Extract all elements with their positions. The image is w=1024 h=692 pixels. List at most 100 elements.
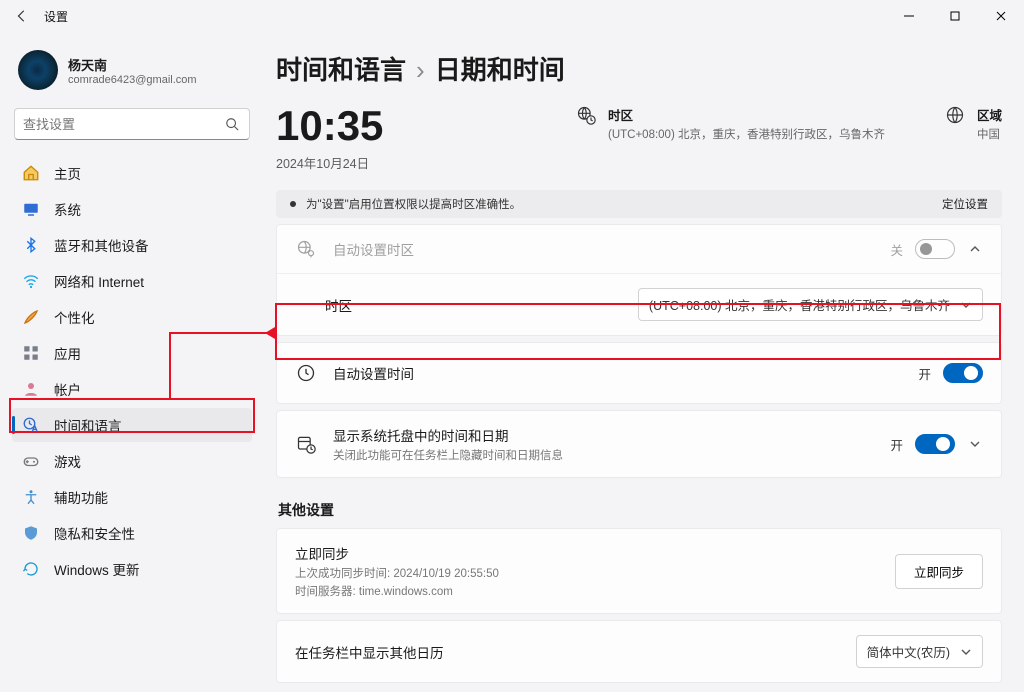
auto-timezone-row: 自动设置时区 关 <box>277 225 1001 274</box>
minimize-button[interactable] <box>886 0 932 32</box>
chevron-up-icon <box>969 243 981 255</box>
sync-card: 立即同步 上次成功同步时间: 2024/10/19 20:55:50 时间服务器… <box>276 528 1002 614</box>
minimize-icon <box>904 11 914 21</box>
sidebar: 杨天南 comrade6423@gmail.com 主页系统蓝牙和其他设备网络和… <box>0 32 262 692</box>
sidebar-item-bluetooth[interactable]: 蓝牙和其他设备 <box>12 228 252 262</box>
clock-date: 2024年10月24日 <box>276 153 383 172</box>
tray-clock-state: 开 <box>890 435 903 454</box>
sync-last: 上次成功同步时间: 2024/10/19 20:55:50 <box>295 565 879 581</box>
auto-time-row: 自动设置时间 开 <box>277 343 1001 403</box>
close-button[interactable] <box>978 0 1024 32</box>
auto-time-title: 自动设置时间 <box>333 363 902 383</box>
timezone-dropdown-value: (UTC+08:00) 北京，重庆，香港特别行政区，乌鲁木齐 <box>649 295 950 314</box>
window-title: 设置 <box>44 8 68 25</box>
tray-clock-sub: 关闭此功能可在任务栏上隐藏时间和日期信息 <box>333 447 874 463</box>
clock-lang-icon <box>22 416 40 434</box>
profile-name: 杨天南 <box>68 55 197 74</box>
wifi-icon <box>22 272 40 290</box>
chevron-down-icon <box>960 646 972 658</box>
profile-email: comrade6423@gmail.com <box>68 74 197 86</box>
timezone-dropdown[interactable]: (UTC+08:00) 北京，重庆，香港特别行政区，乌鲁木齐 <box>638 288 983 321</box>
shield-icon <box>22 524 40 542</box>
calendar-clock-icon <box>295 434 317 454</box>
alt-calendar-dropdown[interactable]: 简体中文(农历) <box>856 635 983 668</box>
update-icon <box>22 560 40 578</box>
sidebar-item-personalize[interactable]: 个性化 <box>12 300 252 334</box>
auto-tz-title: 自动设置时区 <box>333 239 874 259</box>
accessibility-icon <box>22 488 40 506</box>
apps-icon <box>22 344 40 362</box>
sidebar-item-home[interactable]: 主页 <box>12 156 252 190</box>
tray-clock-toggle[interactable] <box>915 434 955 454</box>
clock-icon <box>295 363 317 383</box>
alt-calendar-value: 简体中文(农历) <box>867 642 950 661</box>
clock-block: 10:35 2024年10月24日 <box>276 105 383 172</box>
sidebar-item-accounts[interactable]: 帐户 <box>12 372 252 406</box>
sidebar-item-network[interactable]: 网络和 Internet <box>12 264 252 298</box>
sidebar-item-system[interactable]: 系统 <box>12 192 252 226</box>
sidebar-item-update[interactable]: Windows 更新 <box>12 552 252 586</box>
close-icon <box>996 11 1006 21</box>
sidebar-item-label: 网络和 Internet <box>54 271 144 291</box>
bluetooth-icon <box>22 236 40 254</box>
banner-link[interactable]: 定位设置 <box>942 196 988 212</box>
sidebar-item-apps[interactable]: 应用 <box>12 336 252 370</box>
globe-icon <box>945 105 965 125</box>
region-info: 区域 中国 <box>945 105 1002 142</box>
sidebar-item-time[interactable]: 时间和语言 <box>12 408 252 442</box>
avatar <box>18 50 58 90</box>
tz-select-title: 时区 <box>325 295 622 315</box>
region-value: 中国 <box>977 126 1002 142</box>
clock-time: 10:35 <box>276 105 383 147</box>
tz-label: 时区 <box>608 105 885 124</box>
home-icon <box>22 164 40 182</box>
search-input[interactable] <box>23 117 223 132</box>
collapse-button[interactable] <box>967 241 983 257</box>
sidebar-item-label: 蓝牙和其他设备 <box>54 235 149 255</box>
banner-text: 为"设置"启用位置权限以提高时区准确性。 <box>306 196 521 212</box>
timezone-select-row: 时区 (UTC+08:00) 北京，重庆，香港特别行政区，乌鲁木齐 <box>277 274 1001 335</box>
tray-clock-card: 显示系统托盘中的时间和日期 关闭此功能可在任务栏上隐藏时间和日期信息 开 <box>276 410 1002 478</box>
globe-location-icon <box>295 239 317 259</box>
chevron-down-icon <box>960 299 972 311</box>
sidebar-item-privacy[interactable]: 隐私和安全性 <box>12 516 252 550</box>
profile-block[interactable]: 杨天南 comrade6423@gmail.com <box>12 44 252 104</box>
game-icon <box>22 452 40 470</box>
breadcrumb-separator: › <box>416 55 425 86</box>
sidebar-item-label: 时间和语言 <box>54 415 122 435</box>
chevron-down-icon <box>969 438 981 450</box>
maximize-icon <box>950 11 960 21</box>
alt-calendar-card: 在任务栏中显示其他日历 简体中文(农历) <box>276 620 1002 683</box>
expand-button[interactable] <box>967 436 983 452</box>
sidebar-item-label: 主页 <box>54 163 81 183</box>
back-button[interactable] <box>6 0 38 32</box>
dot-icon <box>290 201 296 207</box>
breadcrumb-parent[interactable]: 时间和语言 <box>276 50 406 87</box>
sidebar-item-accessibility[interactable]: 辅助功能 <box>12 480 252 514</box>
sidebar-item-label: 应用 <box>54 343 81 363</box>
maximize-button[interactable] <box>932 0 978 32</box>
brush-icon <box>22 308 40 326</box>
auto-time-toggle[interactable] <box>943 363 983 383</box>
auto-tz-state: 关 <box>890 240 903 259</box>
auto-tz-toggle <box>915 239 955 259</box>
titlebar: 设置 <box>0 0 1024 32</box>
sync-now-button[interactable]: 立即同步 <box>895 554 983 589</box>
system-icon <box>22 200 40 218</box>
sidebar-item-gaming[interactable]: 游戏 <box>12 444 252 478</box>
sidebar-item-label: Windows 更新 <box>54 559 140 579</box>
other-settings-heading: 其他设置 <box>278 500 1002 520</box>
sync-row: 立即同步 上次成功同步时间: 2024/10/19 20:55:50 时间服务器… <box>277 529 1001 613</box>
sync-server: 时间服务器: time.windows.com <box>295 583 879 599</box>
timezone-info: 时区 (UTC+08:00) 北京，重庆，香港特别行政区，乌鲁木齐 <box>576 105 885 142</box>
auto-timezone-card: 自动设置时区 关 时区 (UTC+08:00) 北京，重庆，香港特别行政区，乌鲁… <box>276 224 1002 336</box>
location-banner: 为"设置"启用位置权限以提高时区准确性。 定位设置 <box>276 190 1002 218</box>
sidebar-item-label: 帐户 <box>54 379 81 399</box>
person-icon <box>22 380 40 398</box>
sidebar-item-label: 游戏 <box>54 451 81 471</box>
window-controls <box>886 0 1024 32</box>
search-box[interactable] <box>14 108 250 140</box>
breadcrumb-current: 日期和时间 <box>435 50 565 87</box>
alt-calendar-title: 在任务栏中显示其他日历 <box>295 642 840 662</box>
tz-value: (UTC+08:00) 北京，重庆，香港特别行政区，乌鲁木齐 <box>608 126 885 142</box>
